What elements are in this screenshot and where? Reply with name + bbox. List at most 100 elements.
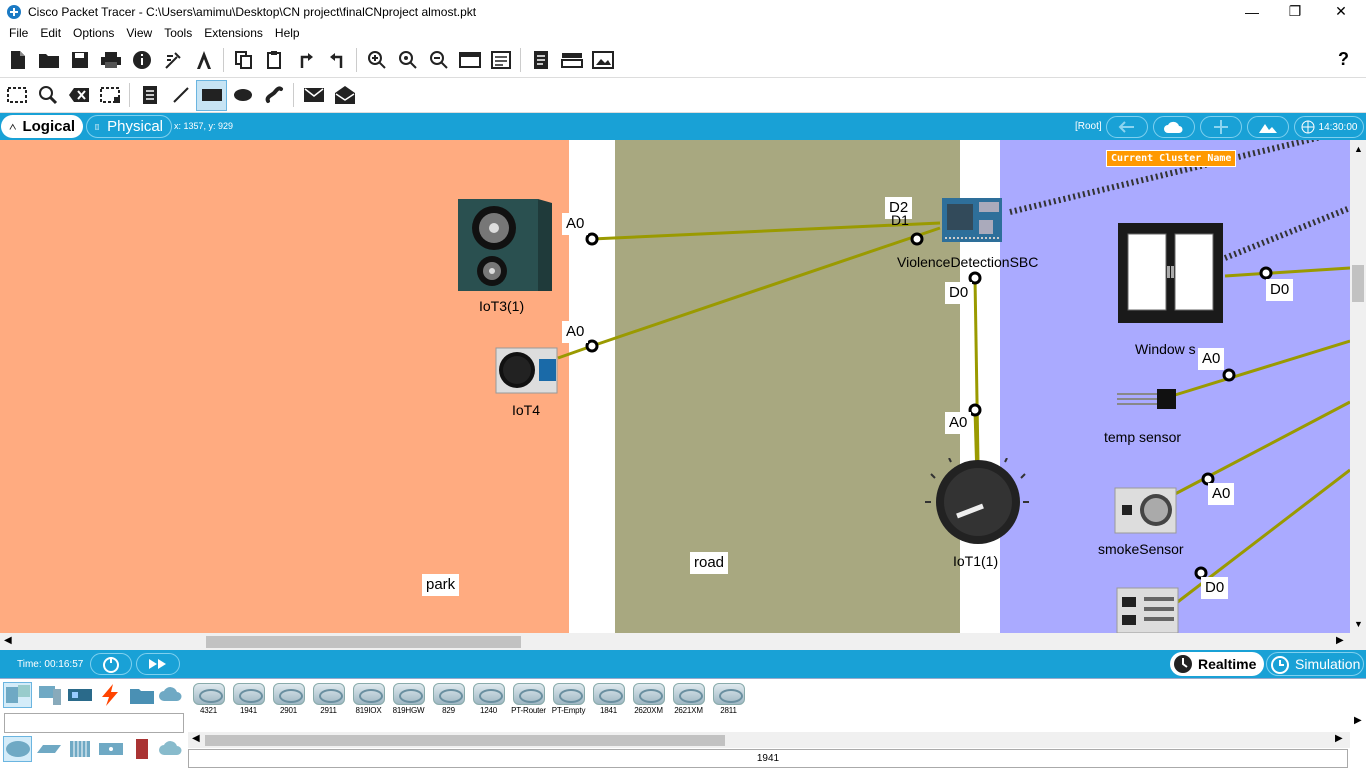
back-button[interactable] bbox=[1106, 116, 1148, 138]
scroll-right-icon[interactable]: ▶ bbox=[1335, 733, 1343, 744]
device-2620xm[interactable]: 2620XM bbox=[631, 683, 666, 716]
open-folder-icon[interactable] bbox=[33, 45, 64, 76]
menu-extensions[interactable]: Extensions bbox=[204, 26, 263, 40]
device-2911[interactable]: 2911 bbox=[311, 683, 346, 716]
viewport-clock[interactable]: 14:30:00 bbox=[1294, 116, 1364, 138]
minimize-button[interactable]: — bbox=[1229, 0, 1275, 23]
end-devices-category[interactable] bbox=[34, 682, 63, 708]
logical-tab[interactable]: Logical bbox=[1, 115, 83, 138]
device-819iox[interactable]: 819IOX bbox=[351, 683, 386, 716]
notes-icon[interactable] bbox=[525, 45, 556, 76]
menu-file[interactable]: File bbox=[9, 26, 28, 40]
screenshot-icon[interactable] bbox=[587, 45, 618, 76]
zoom-in-icon[interactable] bbox=[361, 45, 392, 76]
device-pt-empty[interactable]: PT-Empty bbox=[551, 683, 586, 716]
device-1941[interactable]: 1941 bbox=[231, 683, 266, 716]
zoom-reset-icon[interactable] bbox=[392, 45, 423, 76]
security-subcategory[interactable] bbox=[127, 736, 156, 762]
horizontal-scrollbar[interactable]: ◀ ▶ bbox=[0, 633, 1350, 650]
device-1240[interactable]: 1240 bbox=[471, 683, 506, 716]
logical-workspace[interactable]: Current Cluster Name park road IoT3(1) I… bbox=[0, 140, 1350, 633]
miscellaneous-category[interactable] bbox=[127, 682, 156, 708]
device-list-scroll-thumb[interactable] bbox=[205, 735, 725, 746]
activity-wizard-icon[interactable] bbox=[188, 45, 219, 76]
save-icon[interactable] bbox=[64, 45, 95, 76]
iot1-potentiometer-device[interactable] bbox=[921, 457, 1033, 544]
road-label[interactable]: road bbox=[690, 552, 729, 574]
background-image-button[interactable] bbox=[1247, 116, 1289, 138]
window-device[interactable] bbox=[1117, 222, 1224, 324]
help-button[interactable]: ? bbox=[1338, 49, 1349, 70]
menu-tools[interactable]: Tools bbox=[164, 26, 192, 40]
realtime-mode-button[interactable]: Realtime bbox=[1170, 652, 1264, 676]
routers-subcategory[interactable] bbox=[3, 736, 32, 762]
simulation-mode-button[interactable]: Simulation bbox=[1266, 652, 1364, 676]
move-object-button[interactable] bbox=[1200, 116, 1242, 138]
components-category[interactable] bbox=[65, 682, 94, 708]
connections-category[interactable] bbox=[96, 682, 125, 708]
scroll-right-icon[interactable]: ▶ bbox=[1336, 635, 1344, 646]
inspect-icon[interactable] bbox=[32, 80, 63, 111]
temp-sensor-device[interactable] bbox=[1117, 388, 1177, 410]
device-pt-router[interactable]: PT-Router bbox=[511, 683, 546, 716]
menu-options[interactable]: Options bbox=[73, 26, 114, 40]
line-icon[interactable] bbox=[165, 80, 196, 111]
new-file-icon[interactable] bbox=[2, 45, 33, 76]
motion-detector-device[interactable] bbox=[1116, 587, 1179, 633]
device-2901[interactable]: 2901 bbox=[271, 683, 306, 716]
vertical-scroll-thumb[interactable] bbox=[1352, 265, 1364, 302]
power-cycle-button[interactable] bbox=[90, 653, 132, 675]
device-list-scrollbar[interactable]: ◀ ▶ bbox=[188, 732, 1350, 748]
switches-subcategory[interactable] bbox=[34, 736, 63, 762]
vertical-scrollbar[interactable]: ▲ ▼ bbox=[1350, 140, 1366, 633]
cluster-name-label[interactable]: Current Cluster Name bbox=[1106, 150, 1237, 167]
rectangle-icon[interactable] bbox=[196, 79, 227, 111]
network-wizard-icon[interactable] bbox=[157, 45, 188, 76]
zoom-out-icon[interactable] bbox=[423, 45, 454, 76]
wireless-subcategory[interactable] bbox=[96, 736, 125, 762]
delete-icon[interactable] bbox=[63, 80, 94, 111]
device-2811[interactable]: 2811 bbox=[711, 683, 746, 716]
iot3-speaker-device[interactable] bbox=[458, 195, 552, 291]
copy-icon[interactable] bbox=[228, 45, 259, 76]
simple-pdu-icon[interactable] bbox=[298, 80, 329, 111]
info-icon[interactable] bbox=[126, 45, 157, 76]
complex-pdu-icon[interactable] bbox=[329, 80, 360, 111]
multiuser-category[interactable] bbox=[157, 682, 186, 708]
menu-view[interactable]: View bbox=[126, 26, 152, 40]
custom-devices-icon[interactable] bbox=[485, 45, 516, 76]
freeform-icon[interactable] bbox=[258, 80, 289, 111]
device-1841[interactable]: 1841 bbox=[591, 683, 626, 716]
network-devices-category[interactable] bbox=[3, 682, 32, 708]
drawing-palette-icon[interactable] bbox=[454, 45, 485, 76]
device-4321[interactable]: 4321 bbox=[191, 683, 226, 716]
print-icon[interactable] bbox=[95, 45, 126, 76]
park-label[interactable]: park bbox=[422, 574, 460, 596]
note-icon[interactable] bbox=[134, 80, 165, 111]
view-messages-icon[interactable] bbox=[556, 45, 587, 76]
close-button[interactable]: ✕ bbox=[1318, 0, 1364, 23]
new-cluster-button[interactable] bbox=[1153, 116, 1195, 138]
device-829[interactable]: 829 bbox=[431, 683, 466, 716]
scroll-right-icon[interactable]: ▶ bbox=[1354, 715, 1362, 726]
select-icon[interactable] bbox=[1, 80, 32, 111]
device-819hgw[interactable]: 819HGW bbox=[391, 683, 426, 716]
hubs-subcategory[interactable] bbox=[65, 736, 94, 762]
horizontal-scroll-thumb[interactable] bbox=[206, 636, 521, 648]
device-2621xm[interactable]: 2621XM bbox=[671, 683, 706, 716]
sbc-device[interactable] bbox=[939, 196, 1005, 244]
redo-icon[interactable] bbox=[321, 45, 352, 76]
ellipse-icon[interactable] bbox=[227, 80, 258, 111]
restore-button[interactable]: ❐ bbox=[1272, 0, 1318, 23]
fast-forward-button[interactable] bbox=[136, 653, 180, 675]
scroll-left-icon[interactable]: ◀ bbox=[192, 733, 200, 744]
scroll-down-icon[interactable]: ▼ bbox=[1354, 619, 1363, 629]
undo-icon[interactable] bbox=[290, 45, 321, 76]
physical-tab[interactable]: Physical bbox=[86, 115, 172, 138]
device-search-box[interactable] bbox=[4, 713, 184, 733]
resize-icon[interactable] bbox=[94, 80, 125, 111]
smoke-sensor-device[interactable] bbox=[1114, 487, 1177, 534]
paste-icon[interactable] bbox=[259, 45, 290, 76]
wan-emulation-subcategory[interactable] bbox=[157, 736, 186, 762]
menu-help[interactable]: Help bbox=[275, 26, 300, 40]
